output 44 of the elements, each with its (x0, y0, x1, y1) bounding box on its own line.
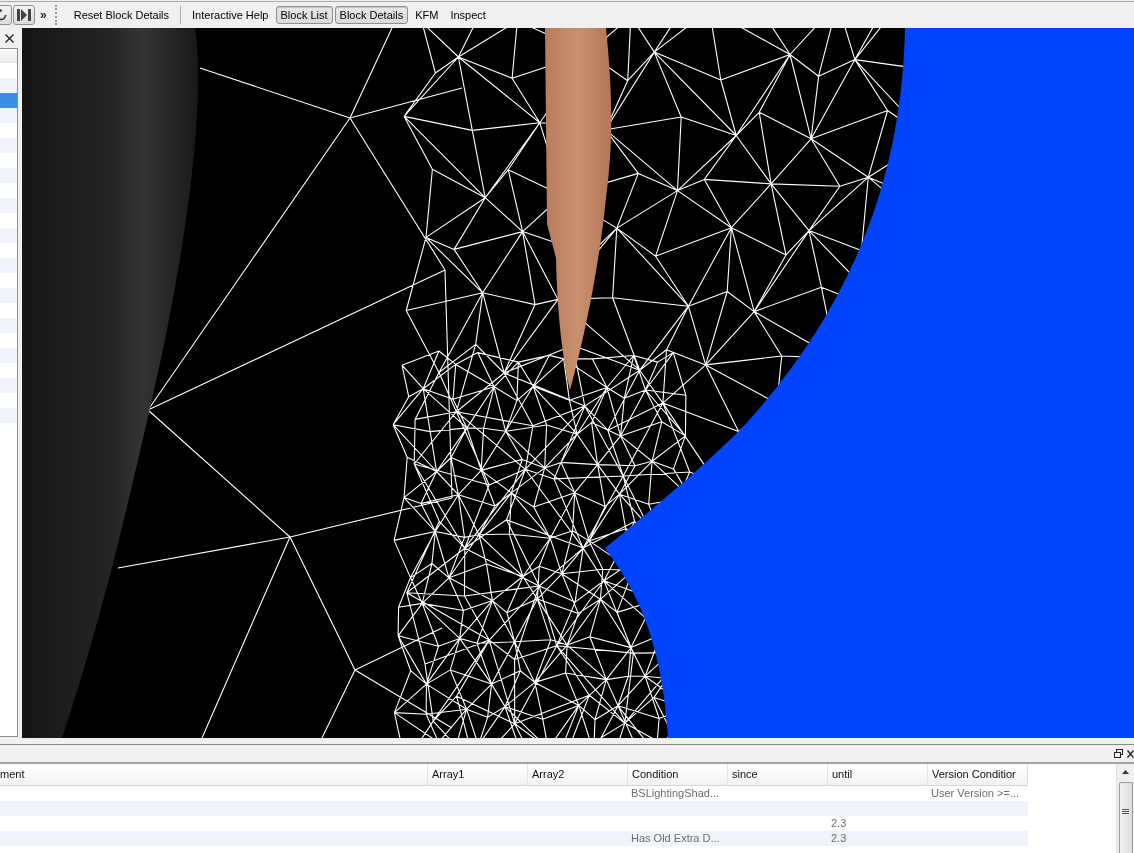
table-cell-text: Has Old Extra D... (630, 831, 721, 846)
close-icon (4, 33, 14, 43)
column-header[interactable]: Condition (628, 764, 728, 785)
list-row[interactable] (0, 228, 17, 243)
column-header[interactable]: since (728, 764, 828, 785)
toolbar-button[interactable]: Block List (275, 6, 333, 24)
up-arrow-icon (1122, 770, 1129, 774)
toolbar-button[interactable]: Inspect (445, 6, 491, 24)
list-row[interactable] (0, 378, 17, 393)
column-header[interactable]: Array1 (428, 764, 528, 785)
grip-icon (1122, 809, 1129, 814)
list-row[interactable] (0, 318, 17, 333)
overflow-button[interactable]: » (38, 8, 49, 22)
scroll-thumb[interactable] (1118, 782, 1133, 853)
list-row[interactable] (0, 348, 17, 363)
column-header[interactable]: Array2 (528, 764, 628, 785)
table-cell-text: 2.3 (830, 831, 848, 846)
list-row[interactable] (0, 288, 17, 303)
table-cell-text: 2.3 (830, 816, 848, 831)
list-row[interactable] (0, 138, 17, 153)
list-row[interactable] (0, 93, 17, 108)
close-icon (1127, 749, 1134, 758)
list-header-bar (0, 51, 17, 63)
table-cell-text: User Version >=... (930, 786, 1021, 801)
list-row[interactable] (0, 168, 17, 183)
list-row[interactable] (0, 198, 17, 213)
column-header[interactable]: Version Conditior (928, 764, 1028, 785)
toolbar-button[interactable]: Block Details (334, 6, 409, 24)
step-button[interactable] (13, 5, 35, 25)
close-button[interactable] (2, 31, 16, 45)
column-header[interactable]: ment (0, 764, 428, 785)
close-button[interactable] (1127, 749, 1134, 758)
toolbar-button[interactable]: KFM (410, 6, 444, 24)
restore-button[interactable] (1114, 749, 1123, 758)
toolbar-button[interactable]: Reset Block Details (68, 6, 175, 24)
list-row[interactable] (0, 258, 17, 273)
table-cell-text: BSLightingShad... (630, 786, 721, 801)
column-header[interactable]: until (828, 764, 928, 785)
list-row[interactable] (0, 108, 17, 123)
list-row[interactable] (0, 78, 17, 93)
list-row[interactable] (0, 408, 17, 423)
step-forward-icon (17, 9, 31, 21)
restore-icon (1114, 749, 1123, 758)
toolbar-button[interactable]: Interactive Help (187, 6, 274, 24)
